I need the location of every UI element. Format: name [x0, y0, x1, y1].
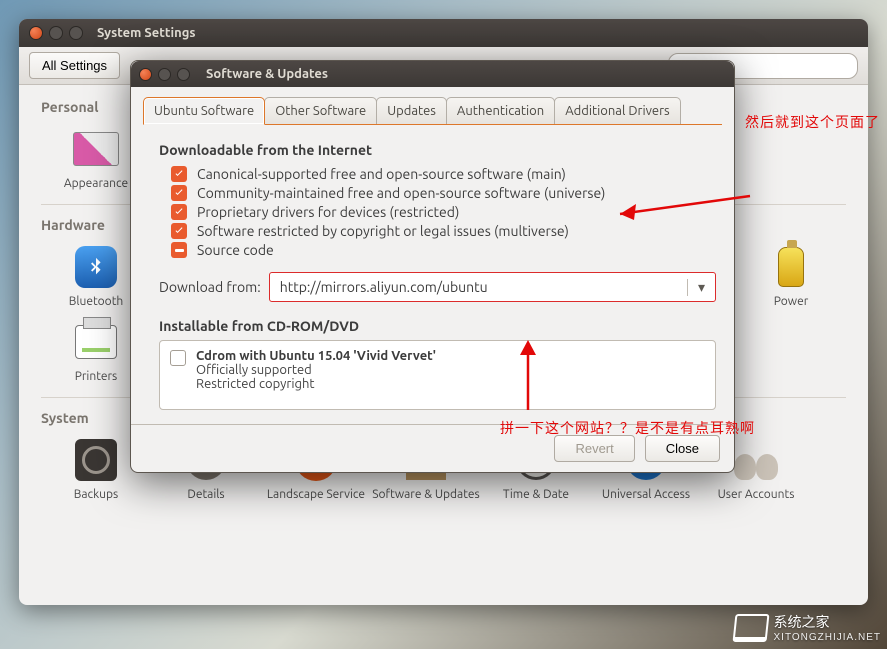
checkbox-dash-icon[interactable] [171, 242, 187, 258]
dialog-maximize-icon[interactable] [177, 68, 190, 81]
checkbox-icon[interactable] [171, 166, 187, 182]
appearance-icon [73, 132, 119, 166]
dialog-body: Downloadable from the Internet Canonical… [131, 126, 734, 424]
tab-other-software[interactable]: Other Software [264, 97, 377, 125]
icon-power[interactable]: Power [736, 239, 846, 318]
check-label: Community-maintained free and open-sourc… [197, 185, 605, 201]
users-icon [734, 440, 778, 480]
dialog-title: Software & Updates [206, 67, 328, 81]
check-label: Software restricted by copyright or lega… [197, 223, 569, 239]
icon-label: Appearance [64, 177, 128, 190]
dialog-minimize-icon[interactable] [158, 68, 171, 81]
tab-ubuntu-software[interactable]: Ubuntu Software [143, 97, 265, 125]
chevron-down-icon[interactable]: ▾ [687, 279, 715, 296]
window-close-icon[interactable] [29, 26, 43, 40]
check-restricted[interactable]: Proprietary drivers for devices (restric… [171, 204, 716, 220]
settings-titlebar[interactable]: System Settings [19, 19, 868, 47]
group-downloadable-title: Downloadable from the Internet [159, 142, 716, 158]
check-universe[interactable]: Community-maintained free and open-sourc… [171, 185, 716, 201]
group-cdrom-title: Installable from CD-ROM/DVD [159, 318, 716, 334]
download-from-label: Download from: [159, 279, 261, 295]
cdrom-line3: Restricted copyright [196, 377, 705, 391]
icon-label: Power [774, 295, 809, 308]
safe-icon [75, 439, 117, 481]
cdrom-line1: Cdrom with Ubuntu 15.04 'Vivid Vervet' [196, 349, 705, 363]
dialog-close-icon[interactable] [139, 68, 152, 81]
download-from-value: http://mirrors.aliyun.com/ubuntu [270, 279, 687, 295]
checkbox-icon[interactable] [171, 185, 187, 201]
check-source-code[interactable]: Source code [171, 242, 716, 258]
watermark-line2: XITONGZHIJIA.NET [774, 632, 882, 643]
printer-icon [75, 325, 117, 359]
checkbox-icon[interactable] [171, 204, 187, 220]
icon-label: Printers [75, 370, 118, 383]
icon-label: Landscape Service [267, 488, 365, 502]
icon-label: Time & Date [503, 488, 569, 501]
icon-label: Universal Access [602, 488, 690, 502]
close-button[interactable]: Close [645, 435, 720, 462]
check-label: Source code [197, 242, 274, 258]
watermark: 系统之家 XITONGZHIJIA.NET [734, 612, 882, 643]
cdrom-box: Cdrom with Ubuntu 15.04 'Vivid Vervet' O… [159, 340, 716, 410]
check-label: Proprietary drivers for devices (restric… [197, 204, 459, 220]
settings-window-title: System Settings [97, 26, 196, 40]
icon-label: Software & Updates [372, 488, 480, 502]
download-from-combo[interactable]: http://mirrors.aliyun.com/ubuntu ▾ [269, 272, 716, 302]
dialog-titlebar[interactable]: Software & Updates [131, 61, 734, 87]
bluetooth-icon [75, 246, 117, 288]
annotation-text-1: 然后就到这个页面了 [745, 112, 880, 132]
check-multiverse[interactable]: Software restricted by copyright or lega… [171, 223, 716, 239]
window-minimize-icon[interactable] [49, 26, 63, 40]
check-label: Canonical-supported free and open-source… [197, 166, 566, 182]
annotation-text-2: 拼一下这个网站？？是不是有点耳熟啊 [500, 418, 755, 438]
tab-authentication[interactable]: Authentication [446, 97, 555, 125]
window-maximize-icon[interactable] [69, 26, 83, 40]
icon-label: Backups [74, 488, 119, 501]
software-updates-dialog: Software & Updates Ubuntu Software Other… [130, 60, 735, 473]
checkbox-icon[interactable] [171, 223, 187, 239]
tab-additional-drivers[interactable]: Additional Drivers [554, 97, 680, 125]
watermark-line1: 系统之家 [774, 614, 830, 630]
download-from-row: Download from: http://mirrors.aliyun.com… [159, 272, 716, 302]
cdrom-line2: Officially supported [196, 363, 705, 377]
revert-button[interactable]: Revert [554, 435, 634, 462]
icon-label: User Accounts [718, 488, 795, 501]
all-settings-button[interactable]: All Settings [29, 52, 120, 79]
battery-icon [778, 247, 804, 287]
tab-updates[interactable]: Updates [376, 97, 447, 125]
icon-label: Bluetooth [69, 295, 124, 308]
icon-label: Details [187, 488, 224, 501]
watermark-logo-icon [732, 614, 769, 642]
cdrom-checkbox[interactable] [170, 350, 186, 366]
check-main[interactable]: Canonical-supported free and open-source… [171, 166, 716, 182]
dialog-tabs: Ubuntu Software Other Software Updates A… [131, 87, 734, 125]
